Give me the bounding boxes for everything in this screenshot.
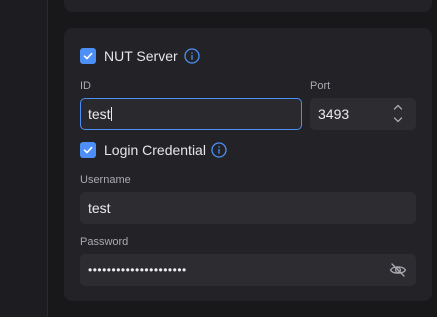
port-label: Port xyxy=(310,80,331,92)
nut-server-checkbox[interactable] xyxy=(80,48,96,64)
port-stepper[interactable]: 3493 xyxy=(310,98,416,130)
previous-card xyxy=(64,0,432,12)
login-credential-checkbox[interactable] xyxy=(80,142,96,158)
username-input-value: test xyxy=(88,200,111,216)
text-caret xyxy=(111,107,112,121)
login-credential-label: Login Credential xyxy=(104,142,206,158)
info-icon[interactable] xyxy=(211,142,227,158)
chevron-down-icon[interactable] xyxy=(392,115,404,125)
left-sidebar xyxy=(0,0,47,317)
checkmark-icon xyxy=(83,52,93,60)
port-stepper-value: 3493 xyxy=(318,106,350,122)
id-input[interactable]: test xyxy=(80,98,302,130)
id-label: ID xyxy=(80,80,91,92)
info-icon[interactable] xyxy=(184,48,200,64)
password-label: Password xyxy=(80,236,129,248)
password-input-value: ••••••••••••••••••••• xyxy=(88,263,187,277)
checkmark-icon xyxy=(83,146,93,154)
nut-server-label: NUT Server xyxy=(104,48,178,64)
chevron-up-icon[interactable] xyxy=(392,102,404,112)
eye-off-icon[interactable] xyxy=(389,262,407,278)
id-input-value: test xyxy=(88,106,111,122)
nut-server-card: NUT Server ID Port test 3493 Login Crede… xyxy=(64,28,432,301)
username-input[interactable]: test xyxy=(80,192,416,224)
username-label: Username xyxy=(80,174,131,186)
password-input[interactable]: ••••••••••••••••••••• xyxy=(80,254,416,286)
